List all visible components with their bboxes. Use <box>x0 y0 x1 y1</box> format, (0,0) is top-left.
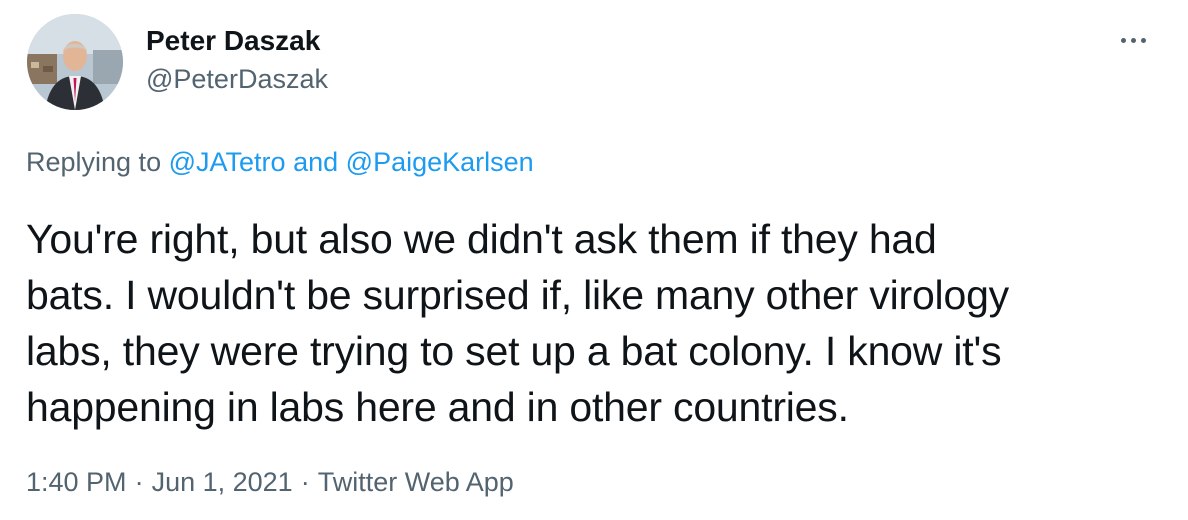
author-display-name[interactable]: Peter Daszak <box>146 25 320 57</box>
tweet-text: You're right, but also we didn't ask the… <box>26 211 1166 435</box>
more-options-button[interactable] <box>1112 25 1154 55</box>
tweet-time[interactable]: 1:40 PM <box>26 467 127 497</box>
tweet-text-line: bats. I wouldn't be surprised if, like m… <box>26 272 1009 318</box>
mention-link-jatetro[interactable]: @JATetro <box>169 147 286 177</box>
more-dot-icon <box>1140 37 1146 43</box>
profile-photo-icon <box>27 14 123 110</box>
tweet-source[interactable]: Twitter Web App <box>318 467 514 497</box>
author-handle[interactable]: @PeterDaszak <box>146 64 328 95</box>
more-dot-icon <box>1130 37 1136 43</box>
tweet-text-line: labs, they were trying to set up a bat c… <box>26 328 1002 374</box>
tweet-card: Peter Daszak @PeterDaszak Replying to @J… <box>0 0 1188 520</box>
mention-link-paigekarlsen[interactable]: @PaigeKarlsen <box>346 147 534 177</box>
mention-conjunction: and <box>293 147 339 177</box>
tweet-date[interactable]: Jun 1, 2021 <box>152 467 293 497</box>
tweet-text-line: happening in labs here and in other coun… <box>26 384 849 430</box>
meta-separator: · <box>134 467 144 497</box>
replying-to-label: Replying to <box>26 147 162 177</box>
tweet-metadata: 1:40 PM · Jun 1, 2021 · Twitter Web App <box>26 466 514 498</box>
tweet-text-line: You're right, but also we didn't ask the… <box>26 216 937 262</box>
avatar[interactable] <box>27 14 123 110</box>
more-dot-icon <box>1120 37 1126 43</box>
meta-separator: · <box>300 467 310 497</box>
replying-to-line: Replying to @JATetro and @PaigeKarlsen <box>26 146 534 178</box>
